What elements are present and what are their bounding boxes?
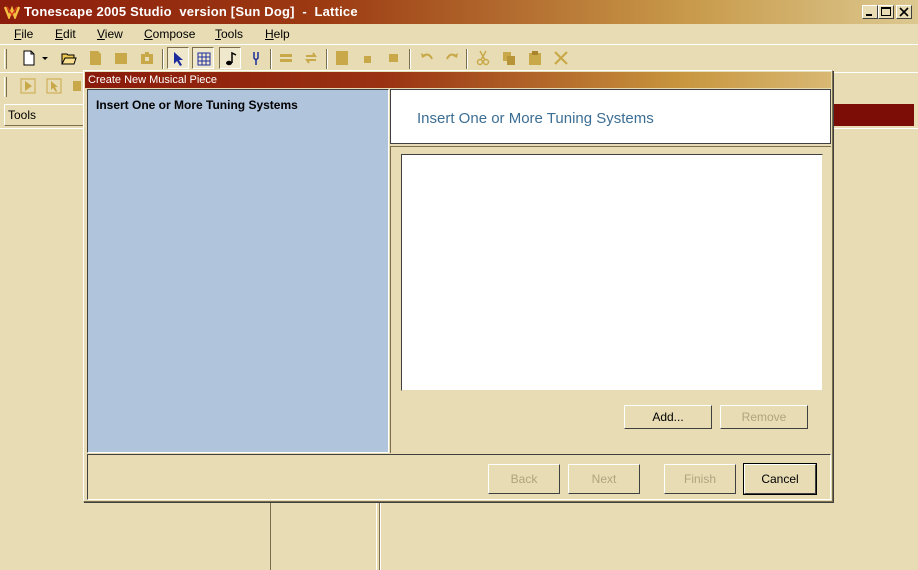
document-icon xyxy=(90,51,101,65)
undo-icon xyxy=(421,53,433,60)
pointer-icon xyxy=(174,52,183,66)
play-selection-button[interactable] xyxy=(43,75,65,97)
workspace-column xyxy=(270,502,377,570)
toolbar-separator xyxy=(162,49,164,69)
play-icon xyxy=(20,78,36,94)
puzzle-icon xyxy=(141,52,153,64)
grid-tool-button[interactable] xyxy=(192,47,214,69)
copy-icon xyxy=(503,52,515,65)
document-button[interactable] xyxy=(84,47,106,69)
menu-file[interactable]: File xyxy=(14,27,33,41)
chevron-down-icon xyxy=(42,57,48,60)
back-button[interactable]: Back xyxy=(488,464,560,494)
undo-button[interactable] xyxy=(416,47,438,69)
toolbar-separator xyxy=(409,49,411,69)
delete-button[interactable] xyxy=(550,47,572,69)
menu-view[interactable]: View xyxy=(97,27,123,41)
align-icon xyxy=(280,54,292,62)
medium-block-button[interactable] xyxy=(383,47,405,69)
copy-button[interactable] xyxy=(498,47,520,69)
select-tool-button[interactable] xyxy=(167,47,189,69)
large-block-icon xyxy=(336,51,348,65)
remove-button[interactable]: Remove xyxy=(720,405,808,429)
redo-button[interactable] xyxy=(441,47,463,69)
small-block-icon xyxy=(364,56,371,63)
close-button[interactable] xyxy=(896,5,912,19)
menu-bar: File Edit View Compose Tools Help xyxy=(0,24,918,44)
tuning-tool-button[interactable] xyxy=(245,47,267,69)
new-file-dropdown[interactable] xyxy=(39,47,51,69)
create-new-musical-piece-dialog: Create New Musical Piece Insert One or M… xyxy=(83,70,833,502)
close-icon xyxy=(899,7,909,17)
panel-header-strip xyxy=(830,104,914,126)
finish-button[interactable]: Finish xyxy=(664,464,736,494)
loop-button[interactable] xyxy=(300,47,322,69)
add-button[interactable]: Add... xyxy=(624,405,712,429)
toolbar-grip[interactable] xyxy=(4,49,7,69)
paste-button[interactable] xyxy=(524,47,546,69)
wizard-content: Add... Remove xyxy=(390,146,831,453)
medium-block-icon xyxy=(389,54,398,62)
dialog-titlebar[interactable]: Create New Musical Piece xyxy=(85,72,831,88)
stop-icon xyxy=(73,81,81,91)
wizard-page-title: Insert One or More Tuning Systems xyxy=(417,110,654,127)
window-title: Tonescape 2005 Studio version [Sun Dog] … xyxy=(24,4,358,19)
open-file-button[interactable] xyxy=(58,47,80,69)
small-block-button[interactable] xyxy=(357,47,379,69)
toolbar-separator xyxy=(270,49,272,69)
workspace-divider xyxy=(379,502,381,570)
menu-help[interactable]: Help xyxy=(265,27,290,41)
tuning-fork-icon xyxy=(253,52,259,65)
new-file-button[interactable] xyxy=(18,47,40,69)
paste-icon xyxy=(529,51,541,65)
tools-panel-label: Tools xyxy=(4,104,84,126)
menu-compose[interactable]: Compose xyxy=(144,27,195,41)
scissors-icon xyxy=(476,50,490,66)
open-folder-icon xyxy=(61,53,77,65)
app-logo-icon xyxy=(4,5,20,19)
block-icon xyxy=(115,53,127,64)
menu-edit[interactable]: Edit xyxy=(55,27,76,41)
large-block-button[interactable] xyxy=(331,47,353,69)
grid-icon xyxy=(197,52,211,66)
tuning-systems-list[interactable] xyxy=(401,154,823,391)
pointer-play-icon xyxy=(46,78,62,94)
redo-icon xyxy=(446,53,458,60)
delete-x-icon xyxy=(554,51,568,65)
align-button[interactable] xyxy=(275,47,297,69)
menu-tools[interactable]: Tools xyxy=(215,27,243,41)
wizard-button-bar: Back Next Finish Cancel xyxy=(87,454,831,500)
music-note-icon xyxy=(226,51,237,66)
main-toolbar xyxy=(0,44,918,72)
puzzle-button[interactable] xyxy=(136,47,158,69)
maximize-button[interactable] xyxy=(878,5,894,19)
block-button[interactable] xyxy=(110,47,132,69)
toolbar-separator xyxy=(326,49,328,69)
play-button[interactable] xyxy=(17,75,39,97)
loop-icon xyxy=(305,52,317,64)
toolbar-grip[interactable] xyxy=(4,77,7,97)
next-button[interactable]: Next xyxy=(568,464,640,494)
wizard-header: Insert One or More Tuning Systems xyxy=(390,89,831,144)
app-titlebar[interactable]: Tonescape 2005 Studio version [Sun Dog] … xyxy=(0,0,918,24)
maximize-icon xyxy=(881,7,891,16)
new-file-icon xyxy=(23,50,35,66)
note-tool-button[interactable] xyxy=(219,47,241,69)
cancel-button[interactable]: Cancel xyxy=(743,463,817,495)
minimize-icon xyxy=(866,14,872,16)
minimize-button[interactable] xyxy=(862,5,878,19)
toolbar-separator xyxy=(466,49,468,69)
stop-button[interactable] xyxy=(69,75,83,97)
cut-button[interactable] xyxy=(472,47,494,69)
current-step-label: Insert One or More Tuning Systems xyxy=(96,98,298,112)
wizard-steps-pane: Insert One or More Tuning Systems xyxy=(87,89,389,453)
